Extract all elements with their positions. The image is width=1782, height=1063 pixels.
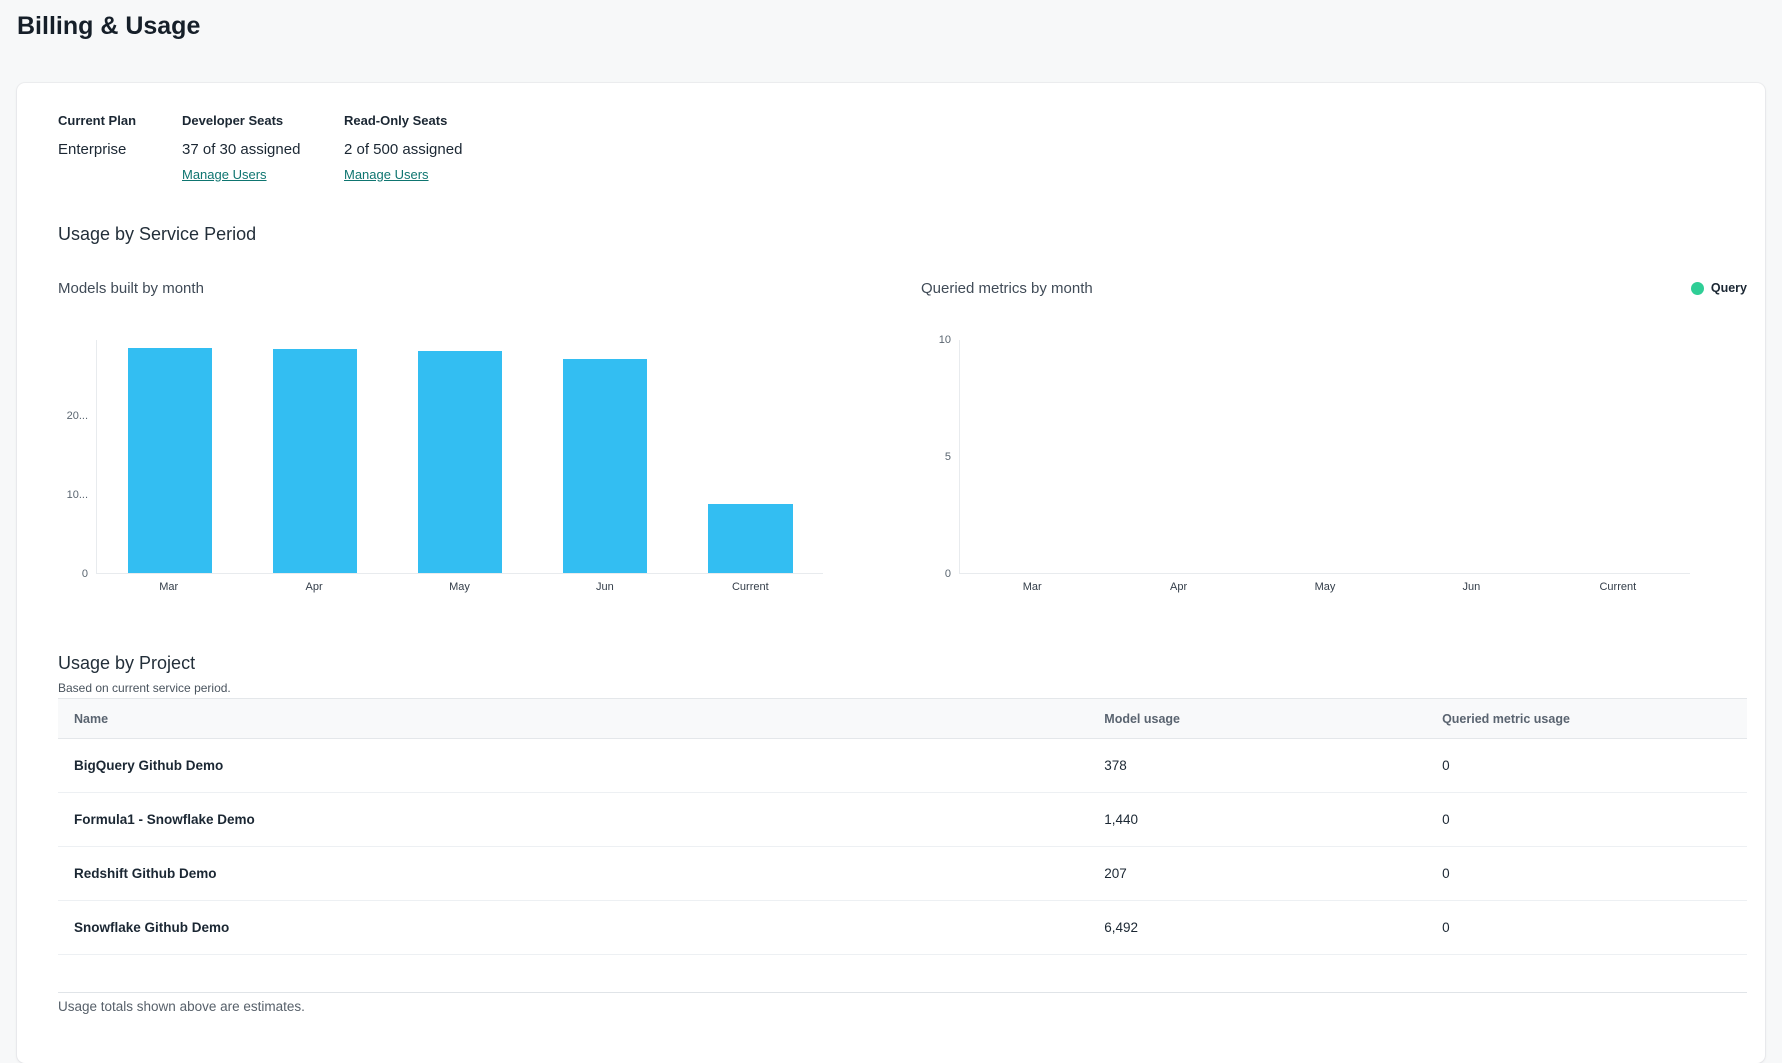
project-name-cell: Formula1 - Snowflake Demo: [58, 812, 1088, 827]
x-axis-label: Mar: [959, 581, 1105, 593]
project-usage-table: Name Model usage Queried metric usage Bi…: [58, 698, 1747, 993]
column-header-name: Name: [58, 712, 1088, 726]
readonly-seats-label: Read-Only Seats: [344, 113, 462, 128]
chart-head: Models built by month: [58, 278, 860, 298]
x-axis-label: Apr: [1105, 581, 1251, 593]
project-usage-rows: BigQuery Github Demo3780Formula1 - Snowf…: [58, 739, 1747, 955]
y-tick-label: 5: [945, 451, 951, 463]
bar-mar[interactable]: [128, 348, 212, 573]
bar-slot: [1252, 340, 1398, 573]
x-axis-label: Jun: [1398, 581, 1544, 593]
y-tick-label: 0: [82, 568, 88, 580]
table-row: BigQuery Github Demo3780: [58, 739, 1747, 793]
billing-card: Current Plan Enterprise Developer Seats …: [17, 83, 1765, 1063]
models-built-chart: Models built by month 0 10... 20... MarApr…: [58, 278, 860, 593]
project-name-cell: Snowflake Github Demo: [58, 920, 1088, 935]
column-header-queried: Queried metric usage: [1426, 712, 1747, 726]
bar-current[interactable]: [708, 504, 792, 573]
chart-head: Queried metrics by month Query: [921, 278, 1747, 298]
manage-users-link-developer[interactable]: Manage Users: [182, 167, 267, 182]
service-period-title: Usage by Service Period: [58, 224, 1747, 245]
developer-seats-value: 37 of 30 assigned: [182, 141, 344, 158]
y-tick-label: 10...: [67, 489, 88, 501]
project-usage-title: Usage by Project: [58, 653, 1747, 674]
bar-slot: [960, 340, 1106, 573]
bar-slot: [1106, 340, 1252, 573]
plot-area: [959, 340, 1690, 574]
bar-slot: [387, 340, 532, 573]
x-axis-label: Mar: [96, 581, 241, 593]
queried-metric-usage-cell: 0: [1426, 866, 1747, 881]
x-axis-label: May: [1252, 581, 1398, 593]
table-header-row: Name Model usage Queried metric usage: [58, 698, 1747, 739]
x-axis-label: Apr: [241, 581, 386, 593]
legend-query[interactable]: Query: [1691, 281, 1747, 295]
x-axis: MarAprMayJunCurrent: [959, 574, 1691, 593]
developer-seats-label: Developer Seats: [182, 113, 344, 128]
bar-slot: [533, 340, 678, 573]
project-usage-subtitle: Based on current service period.: [58, 681, 1747, 695]
readonly-seats-column: Read-Only Seats 2 of 500 assigned Manage…: [344, 113, 462, 184]
x-axis-label: Current: [1545, 581, 1691, 593]
current-plan-column: Current Plan Enterprise: [58, 113, 182, 184]
table-row: Snowflake Github Demo6,4920: [58, 901, 1747, 955]
queried-metric-usage-cell: 0: [1426, 758, 1747, 773]
table-row: Redshift Github Demo2070: [58, 847, 1747, 901]
y-axis: 0510: [921, 340, 959, 574]
model-usage-cell: 1,440: [1088, 812, 1426, 827]
bar-slot: [97, 340, 242, 573]
legend-label: Query: [1711, 281, 1747, 295]
y-tick-label: 0: [945, 568, 951, 580]
charts-row: Models built by month 010...20... MarApr…: [58, 278, 1747, 593]
x-axis-label: Current: [678, 581, 823, 593]
model-usage-cell: 378: [1088, 758, 1426, 773]
model-usage-cell: 207: [1088, 866, 1426, 881]
model-usage-cell: 6,492: [1088, 920, 1426, 935]
y-tick-label: 10: [939, 334, 951, 346]
column-header-model: Model usage: [1088, 712, 1426, 726]
bar-slot: [242, 340, 387, 573]
queried-metric-usage-cell: 0: [1426, 920, 1747, 935]
chart-body: 010...20...: [58, 340, 823, 574]
developer-seats-column: Developer Seats 37 of 30 assigned Manage…: [182, 113, 344, 184]
chart-body: 0510: [921, 340, 1690, 574]
queried-metrics-chart: Queried metrics by month Query 0510 MarA…: [921, 278, 1747, 593]
x-axis: MarAprMayJunCurrent: [96, 574, 823, 593]
x-axis-label: Jun: [532, 581, 677, 593]
y-axis: 010...20...: [58, 340, 96, 574]
table-footer-spacer: [58, 955, 1747, 993]
usage-footnote: Usage totals shown above are estimates.: [58, 999, 1747, 1014]
project-name-cell: BigQuery Github Demo: [58, 758, 1088, 773]
x-axis-label: May: [387, 581, 532, 593]
manage-users-link-readonly[interactable]: Manage Users: [344, 167, 429, 182]
bar-may[interactable]: [418, 351, 502, 573]
y-tick-label: 20...: [67, 410, 88, 422]
plan-summary: Current Plan Enterprise Developer Seats …: [58, 113, 1747, 184]
chart-title: Queried metrics by month: [921, 280, 1093, 297]
project-usage-section: Usage by Project Based on current servic…: [58, 653, 1747, 1014]
page-title: Billing & Usage: [17, 12, 200, 41]
bar-apr[interactable]: [273, 349, 357, 573]
legend-dot-icon: [1691, 282, 1704, 295]
queried-metric-usage-cell: 0: [1426, 812, 1747, 827]
current-plan-value: Enterprise: [58, 141, 182, 158]
plot-area: [96, 340, 823, 574]
table-row: Formula1 - Snowflake Demo1,4400: [58, 793, 1747, 847]
chart-title: Models built by month: [58, 280, 204, 297]
bar-slot: [1544, 340, 1690, 573]
project-name-cell: Redshift Github Demo: [58, 866, 1088, 881]
bar-slot: [1398, 340, 1544, 573]
bar-jun[interactable]: [563, 359, 647, 573]
current-plan-label: Current Plan: [58, 113, 182, 128]
readonly-seats-value: 2 of 500 assigned: [344, 141, 462, 158]
bar-slot: [678, 340, 823, 573]
